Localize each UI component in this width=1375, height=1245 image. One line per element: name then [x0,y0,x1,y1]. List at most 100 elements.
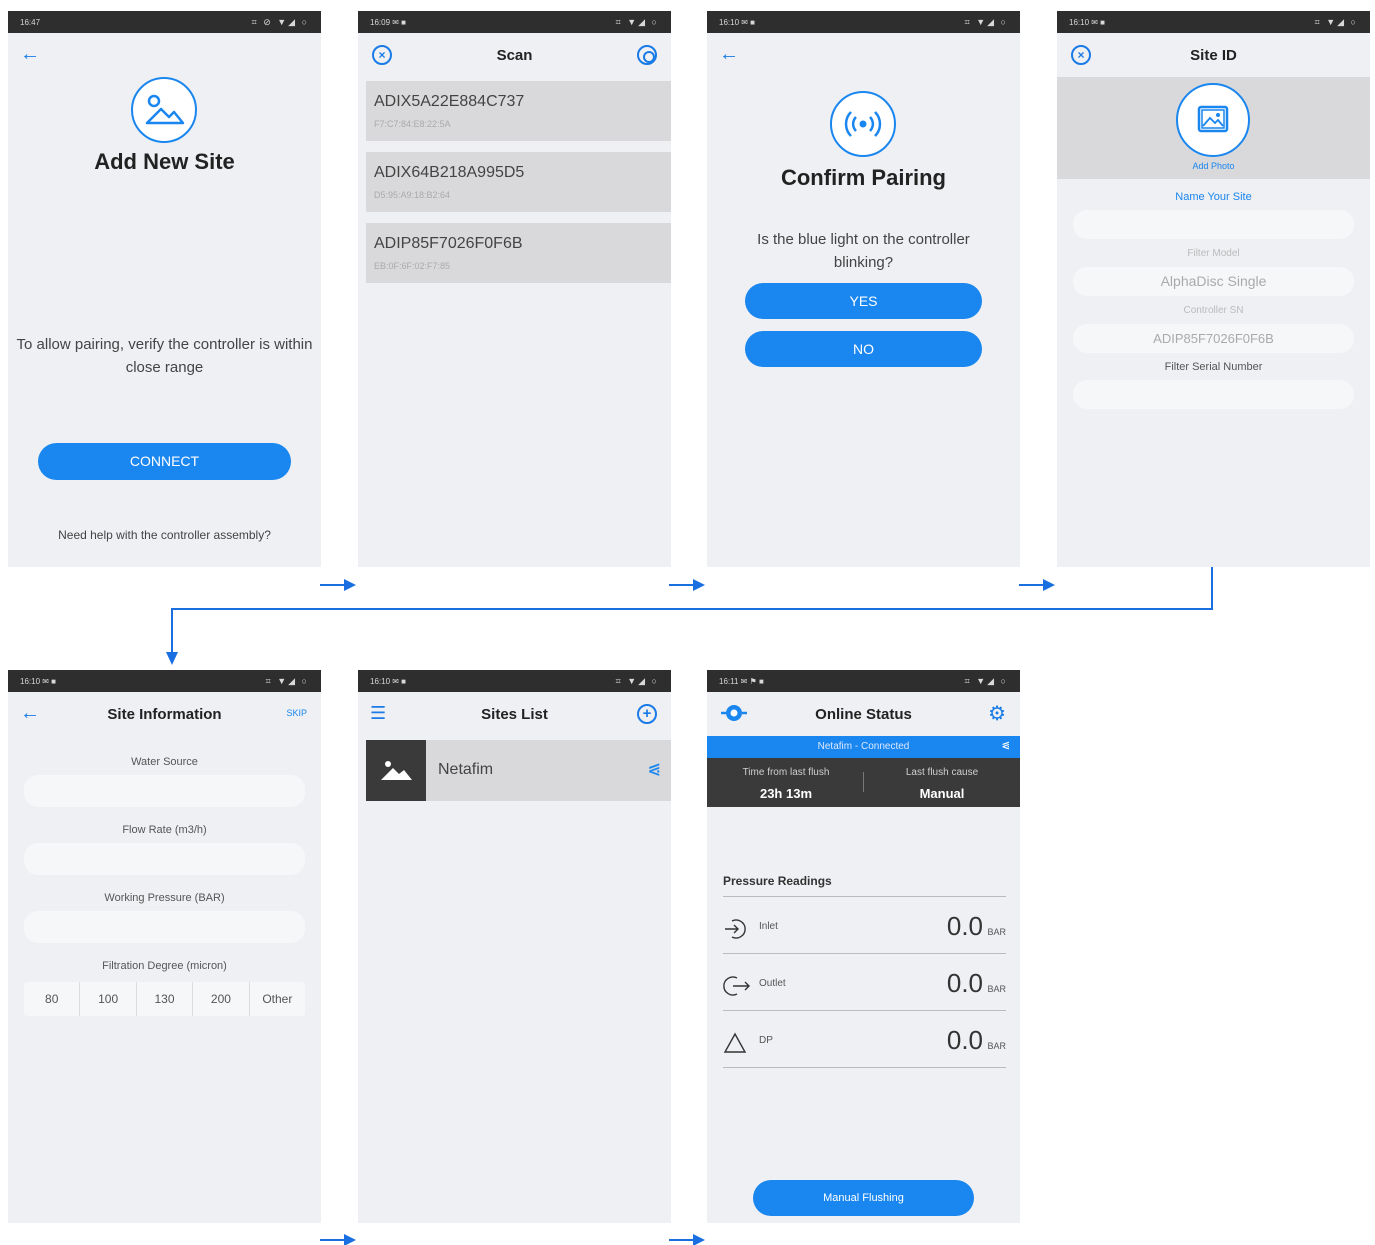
no-button[interactable]: NO [745,331,982,367]
status-bar: 16:11 ✉ ⚑ ■ ⌗ ▼◢ ○ [707,670,1020,692]
status-time: 16:10 ✉ ■ [20,676,56,686]
app-bar: ← [707,33,1020,77]
connection-status-text: Netafim - Connected [817,741,910,752]
outlet-unit: BAR [987,984,1006,994]
status-time: 16:10 ✉ ■ [719,17,755,27]
working-pressure-label: Working Pressure (BAR) [104,892,225,904]
close-icon[interactable]: × [372,45,392,65]
screen-add-new-site: 16:47 ⌗ ⊘ ▼◢ ○ ← Add New Site To allow p… [8,11,321,567]
name-your-site-label: Name Your Site [1175,191,1252,203]
controller-sn-label: Controller SN [1183,305,1244,316]
close-icon[interactable]: × [1071,45,1091,65]
page-title: Add New Site [94,149,235,174]
inlet-label: Inlet [759,921,778,932]
connection-banner: Netafim - Connected ⪗ [707,736,1020,758]
bluetooth-icon: ⪗ [647,762,661,779]
back-arrow-icon[interactable]: ← [20,702,40,724]
outlet-icon [723,976,750,996]
refresh-scan-icon[interactable] [637,45,657,65]
inlet-icon [725,919,746,939]
inlet-unit: BAR [987,927,1006,937]
back-arrow-icon[interactable]: ← [719,43,739,65]
filtration-option-200[interactable]: 200 [193,982,250,1016]
device-mac: EB:0F:6F:02:F7:85 [374,261,451,271]
skip-button[interactable]: SKIP [286,708,307,718]
status-time: 16:10 ✉ ■ [370,676,406,686]
device-list-item[interactable]: ADIX5A22E884C737 F7:C7:84:E8:22:5A [366,81,671,141]
device-mac: F7:C7:84:E8:22:5A [374,119,451,129]
inlet-value-group: 0.0 BAR [947,911,1006,942]
status-bar: 16:10 ✉ ■ ⌗ ▼◢ ○ [358,670,671,692]
dp-label: DP [759,1035,773,1046]
pairing-message: To allow pairing, verify the controller … [16,336,313,376]
back-arrow-icon[interactable]: ← [20,43,40,65]
filtration-option-100[interactable]: 100 [80,982,137,1016]
status-time: 16:09 ✉ ■ [370,17,406,27]
flow-rate-input[interactable] [24,843,305,875]
pressure-row-outlet: Outlet 0.0 BAR [723,954,1006,1011]
menu-icon[interactable]: ☰ [370,702,386,724]
connection-toggle-icon[interactable] [719,702,749,729]
filtration-option-80[interactable]: 80 [24,982,81,1016]
outlet-value-group: 0.0 BAR [947,968,1006,999]
device-list-item[interactable]: ADIP85F7026F0F6B EB:0F:6F:02:F7:85 [366,223,671,283]
screen-site-information: 16:10 ✉ ■ ⌗ ▼◢ ○ ← Site Information SKIP… [8,670,321,1223]
app-bar: ☰ Sites List + [358,692,671,736]
connect-button[interactable]: CONNECT [38,443,291,480]
flow-arrow [320,579,356,591]
app-bar: ← [8,33,321,77]
status-bar: 16:47 ⌗ ⊘ ▼◢ ○ [8,11,321,33]
flush-info-panel: Time from last flush 23h 13m Last flush … [707,758,1020,807]
app-bar: × Site ID [1057,33,1370,77]
delta-icon [723,1032,747,1053]
dp-value: 0.0 [946,1025,984,1055]
add-photo-label[interactable]: Add Photo [1057,161,1370,171]
screen-online-status: 16:11 ✉ ⚑ ■ ⌗ ▼◢ ○ Online Status ⚙ Netaf… [707,670,1020,1223]
flow-arrow [669,579,705,591]
status-bar: 16:10 ✉ ■ ⌗ ▼◢ ○ [1057,11,1370,33]
dp-value-group: 0.0 BAR [947,1025,1006,1056]
site-image-icon [131,77,197,143]
filtration-option-130[interactable]: 130 [137,982,194,1016]
screen-confirm-pairing: 16:10 ✉ ■ ⌗ ▼◢ ○ ← Confirm Pairing Is th… [707,11,1020,567]
bluetooth-connected-icon: ⪗ [1001,741,1010,752]
page-title: Scan [496,46,533,64]
settings-gear-icon[interactable]: ⚙ [988,703,1006,725]
site-name: Netafim [438,761,494,778]
page-title: Confirm Pairing [780,165,946,190]
filter-model-value: AlphaDisc Single [1160,273,1267,289]
flow-connector [171,608,173,654]
outlet-value: 0.0 [946,968,984,998]
flow-arrowhead [166,652,178,665]
device-list-item[interactable]: ADIX64B218A995D5 D5:95:A9:18:B2:64 [366,152,671,212]
filter-serial-input[interactable] [1073,380,1354,409]
help-link[interactable]: Need help with the controller assembly? [8,528,321,542]
time-from-last-flush-label: Time from last flush [742,767,830,778]
app-bar: Online Status ⚙ [707,692,1020,736]
status-bar: 16:10 ✉ ■ ⌗ ▼◢ ○ [8,670,321,692]
site-name-input[interactable] [1073,210,1354,239]
page-title: Site ID [1190,46,1237,64]
site-list-item[interactable]: Netafim ⪗ [366,740,671,801]
flow-connector [1211,567,1213,610]
flow-rate-label: Flow Rate (m3/h) [122,824,207,836]
pressure-row-inlet: Inlet 0.0 BAR [723,897,1006,954]
working-pressure-input[interactable] [24,911,305,943]
yes-button[interactable]: YES [745,283,982,319]
screen-sites-list: 16:10 ✉ ■ ⌗ ▼◢ ○ ☰ Sites List + Netafim … [358,670,671,1223]
status-time: 16:10 ✉ ■ [1069,17,1105,27]
add-photo-icon[interactable] [1176,83,1250,157]
flow-connector [171,608,1213,610]
device-name: ADIP85F7026F0F6B [374,235,523,252]
device-name: ADIX64B218A995D5 [374,164,525,181]
add-site-icon[interactable]: + [637,704,657,724]
flow-arrow [320,1234,356,1245]
manual-flushing-button[interactable]: Manual Flushing [753,1180,974,1216]
status-icons: ⌗ ▼◢ ○ [964,16,1008,27]
photo-area[interactable]: Add Photo [1057,77,1370,179]
page-title: Online Status [815,705,912,723]
water-source-input[interactable] [24,775,305,807]
status-bar: 16:09 ✉ ■ ⌗ ▼◢ ○ [358,11,671,33]
filter-serial-label: Filter Serial Number [1164,361,1263,373]
filtration-option-other[interactable]: Other [250,982,305,1016]
